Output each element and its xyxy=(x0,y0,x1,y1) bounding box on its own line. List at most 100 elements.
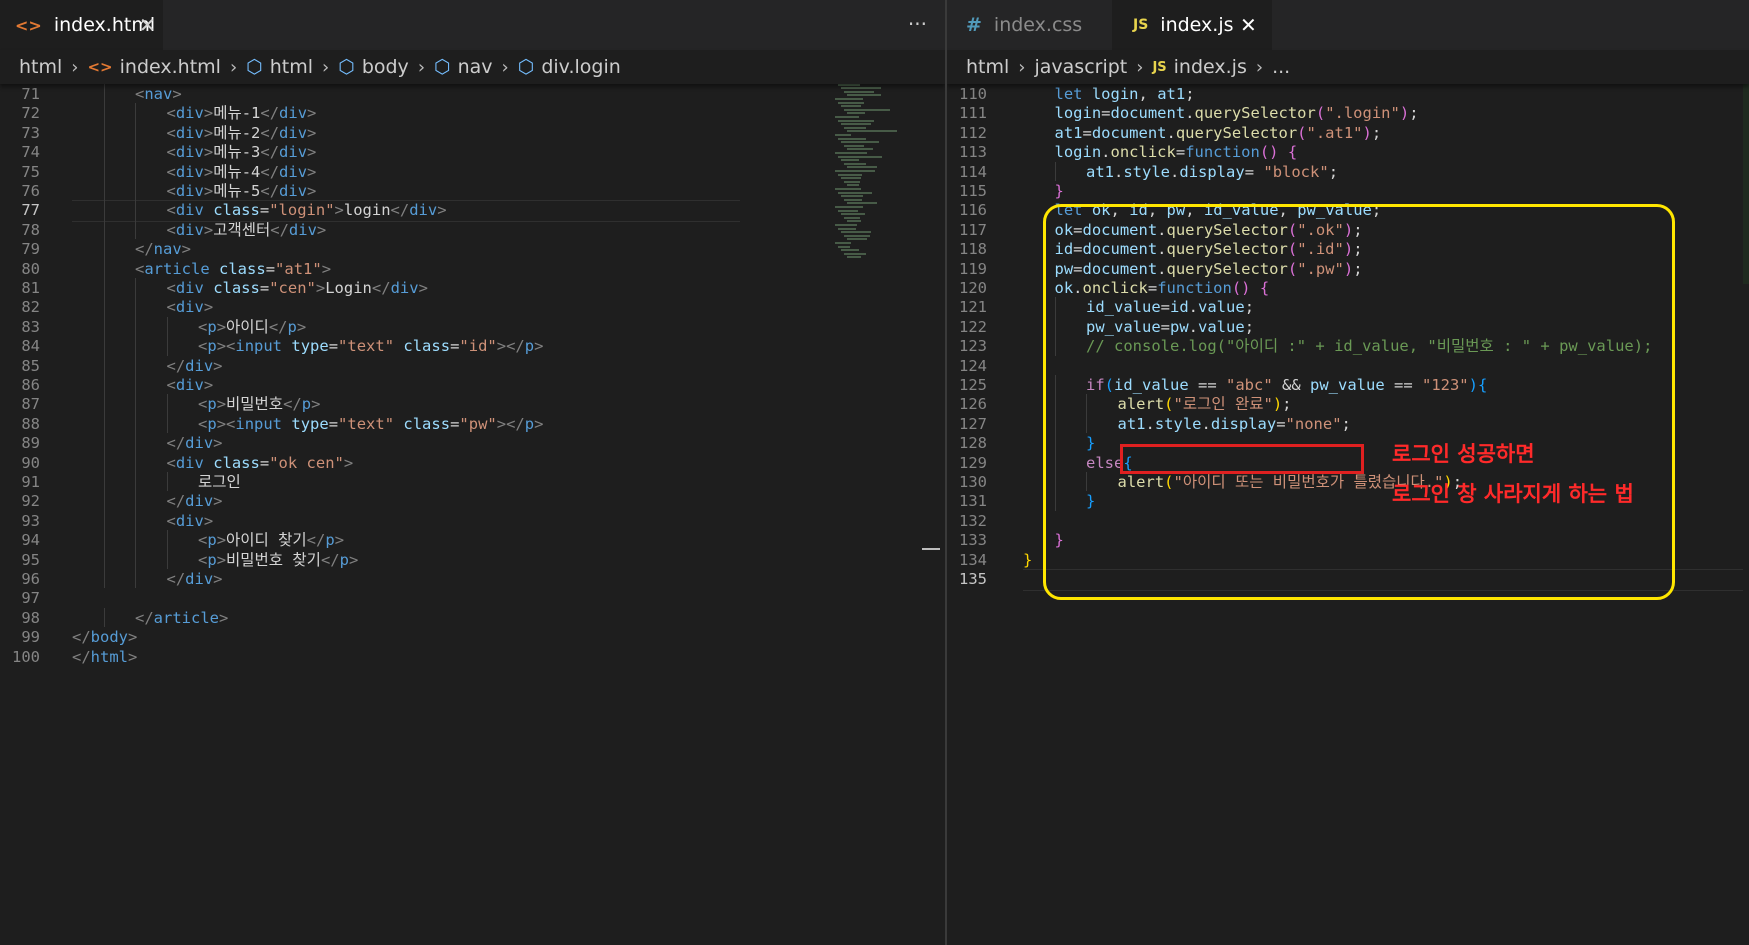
minimap-line xyxy=(844,90,874,93)
code-token: < xyxy=(198,317,208,336)
line-number: 86 xyxy=(21,376,40,394)
code-line[interactable]: 95 <p>비밀번호 찾기</p> xyxy=(0,550,945,572)
code-token: > xyxy=(128,628,138,647)
code-token: . xyxy=(1166,123,1176,142)
code-line[interactable]: 85 </div> xyxy=(0,356,945,378)
code-line[interactable]: 73 <div>메뉴-2</div> xyxy=(0,123,945,145)
minimap[interactable] xyxy=(835,80,925,280)
code-token: class xyxy=(403,337,451,356)
code-line[interactable]: 111 login=document.querySelector(".login"… xyxy=(947,103,1749,125)
code-line[interactable]: 96 </div> xyxy=(0,569,945,591)
code-token: Login xyxy=(325,279,372,297)
code-line[interactable]: 114 at1.style.display= "block"; xyxy=(947,162,1749,184)
breadcrumb-label: index.html xyxy=(119,56,221,78)
code-token: < xyxy=(166,182,176,200)
line-number: 128 xyxy=(959,434,987,453)
close-icon[interactable]: ✕ xyxy=(139,13,156,37)
code-line[interactable]: 71 <nav> xyxy=(0,84,945,106)
code-text: <nav> xyxy=(135,84,182,106)
line-number: 134 xyxy=(959,550,987,569)
code-line[interactable]: 112 at1=document.querySelector(".at1"); xyxy=(947,123,1749,145)
code-line[interactable]: 76 <div>메뉴-5</div> xyxy=(0,181,945,203)
code-line[interactable]: 98 </article> xyxy=(0,608,945,630)
breadcrumb-item[interactable]: html xyxy=(966,56,1009,78)
code-token: > xyxy=(307,162,317,181)
breadcrumb-item[interactable]: html xyxy=(19,56,62,78)
code-line[interactable]: 115} xyxy=(947,181,1749,203)
code-line[interactable]: 74 <div>메뉴-3</div> xyxy=(0,142,945,164)
code-token: > xyxy=(534,414,544,433)
code-token: > xyxy=(172,85,182,103)
code-line[interactable]: 91 로그인 xyxy=(0,472,945,494)
chevron-right-icon: › xyxy=(417,56,426,78)
code-token: nav xyxy=(144,85,173,103)
line-number: 114 xyxy=(959,162,987,181)
minimap-line xyxy=(847,220,861,223)
minimap-line xyxy=(847,130,897,133)
code-line[interactable]: 113 login.onclick=function() { xyxy=(947,142,1749,164)
breadcrumb-item[interactable]: JS index.js xyxy=(1152,56,1246,78)
code-line[interactable]: 100 </html> xyxy=(0,647,945,669)
element-symbol-icon: ⬡ xyxy=(517,56,535,78)
html-file-icon: <> xyxy=(15,15,42,35)
breadcrumb-item[interactable]: ... xyxy=(1272,56,1290,78)
code-line[interactable]: 92 </div> xyxy=(0,491,945,513)
code-line[interactable]: 72 <div>메뉴-1</div> xyxy=(0,103,945,125)
code-line[interactable]: 78 <div>고객센터</div> xyxy=(0,220,945,242)
code-line[interactable]: 97 xyxy=(0,588,945,610)
code-line[interactable]: 81 <div class="cen">Login</div> xyxy=(0,278,945,300)
breadcrumb-item[interactable]: ⬡ div.login xyxy=(518,56,621,78)
code-text: </div> xyxy=(167,491,223,513)
code-text: <div class="login">login</div> xyxy=(167,200,447,222)
tab-index-css[interactable]: # index.css xyxy=(947,0,1112,50)
code-token: , xyxy=(1138,85,1158,103)
breadcrumb-item[interactable]: ⬡ html xyxy=(246,56,313,78)
code-line[interactable]: 93 <div> xyxy=(0,511,945,533)
code-token: p xyxy=(207,395,217,414)
code-token: div xyxy=(185,492,214,511)
code-token: p xyxy=(207,531,217,550)
tab-index-html[interactable]: <> index.html ✕ xyxy=(0,0,163,50)
line-number: 85 xyxy=(21,356,40,375)
code-token: "text" xyxy=(338,414,395,433)
code-line[interactable]: 82 <div> xyxy=(0,297,945,319)
breadcrumb-item[interactable]: <> index.html xyxy=(87,56,220,78)
code-token: > xyxy=(307,182,317,200)
code-line[interactable]: 94 <p>아이디 찾기</p> xyxy=(0,530,945,552)
code-line[interactable]: 86 <div> xyxy=(0,375,945,397)
code-line[interactable]: 83 <p>아이디</p> xyxy=(0,317,945,339)
code-token: </ xyxy=(72,628,91,647)
breadcrumb-item[interactable]: ⬡ body xyxy=(338,56,409,78)
code-token: </ xyxy=(72,647,91,666)
breadcrumb-item[interactable]: ⬡ nav xyxy=(434,56,493,78)
tab-label: index.css xyxy=(993,14,1083,36)
code-line[interactable]: 99 </body> xyxy=(0,627,945,649)
code-token: div xyxy=(175,376,204,394)
code-token: = xyxy=(1244,162,1264,181)
code-token: 메뉴-1 xyxy=(213,104,261,123)
code-token: class xyxy=(213,201,260,220)
code-line[interactable]: 90 <div class="ok cen"> xyxy=(0,453,945,475)
code-line[interactable]: 88 <p><input type="text" class="pw"></p> xyxy=(0,414,945,436)
line-number: 75 xyxy=(21,162,40,181)
more-actions-icon[interactable]: ··· xyxy=(908,12,927,36)
tab-index-js[interactable]: JS index.js ✕ xyxy=(1112,0,1272,50)
code-line[interactable]: 87 <p>비밀번호</p> xyxy=(0,394,945,416)
code-token: > xyxy=(315,279,326,297)
breadcrumb-item[interactable]: javascript xyxy=(1034,56,1127,78)
code-line[interactable]: 79 </nav> xyxy=(0,239,945,261)
code-line[interactable]: 77 <div class="login">login</div> xyxy=(0,200,945,222)
code-editor-html[interactable]: 71 <nav> 72 <div>메뉴-1</div> 73 <div>메뉴-2</div… xyxy=(0,84,945,945)
scrollbar-thumb[interactable] xyxy=(922,548,940,550)
code-line[interactable]: 75 <div>메뉴-4</div> xyxy=(0,162,945,184)
code-line[interactable]: 110 let login, at1; xyxy=(947,84,1749,106)
code-line[interactable]: 89 </div> xyxy=(0,433,945,455)
code-line[interactable]: 84 <p><input type="text" class="id"></p> xyxy=(0,336,945,358)
minimap[interactable] xyxy=(1743,84,1749,284)
code-text: </body> xyxy=(72,627,137,649)
close-icon[interactable]: ✕ xyxy=(1240,13,1257,37)
code-token: > xyxy=(216,317,227,336)
code-line[interactable]: 80 <article class="at1"> xyxy=(0,259,945,281)
code-token: = xyxy=(265,259,276,278)
